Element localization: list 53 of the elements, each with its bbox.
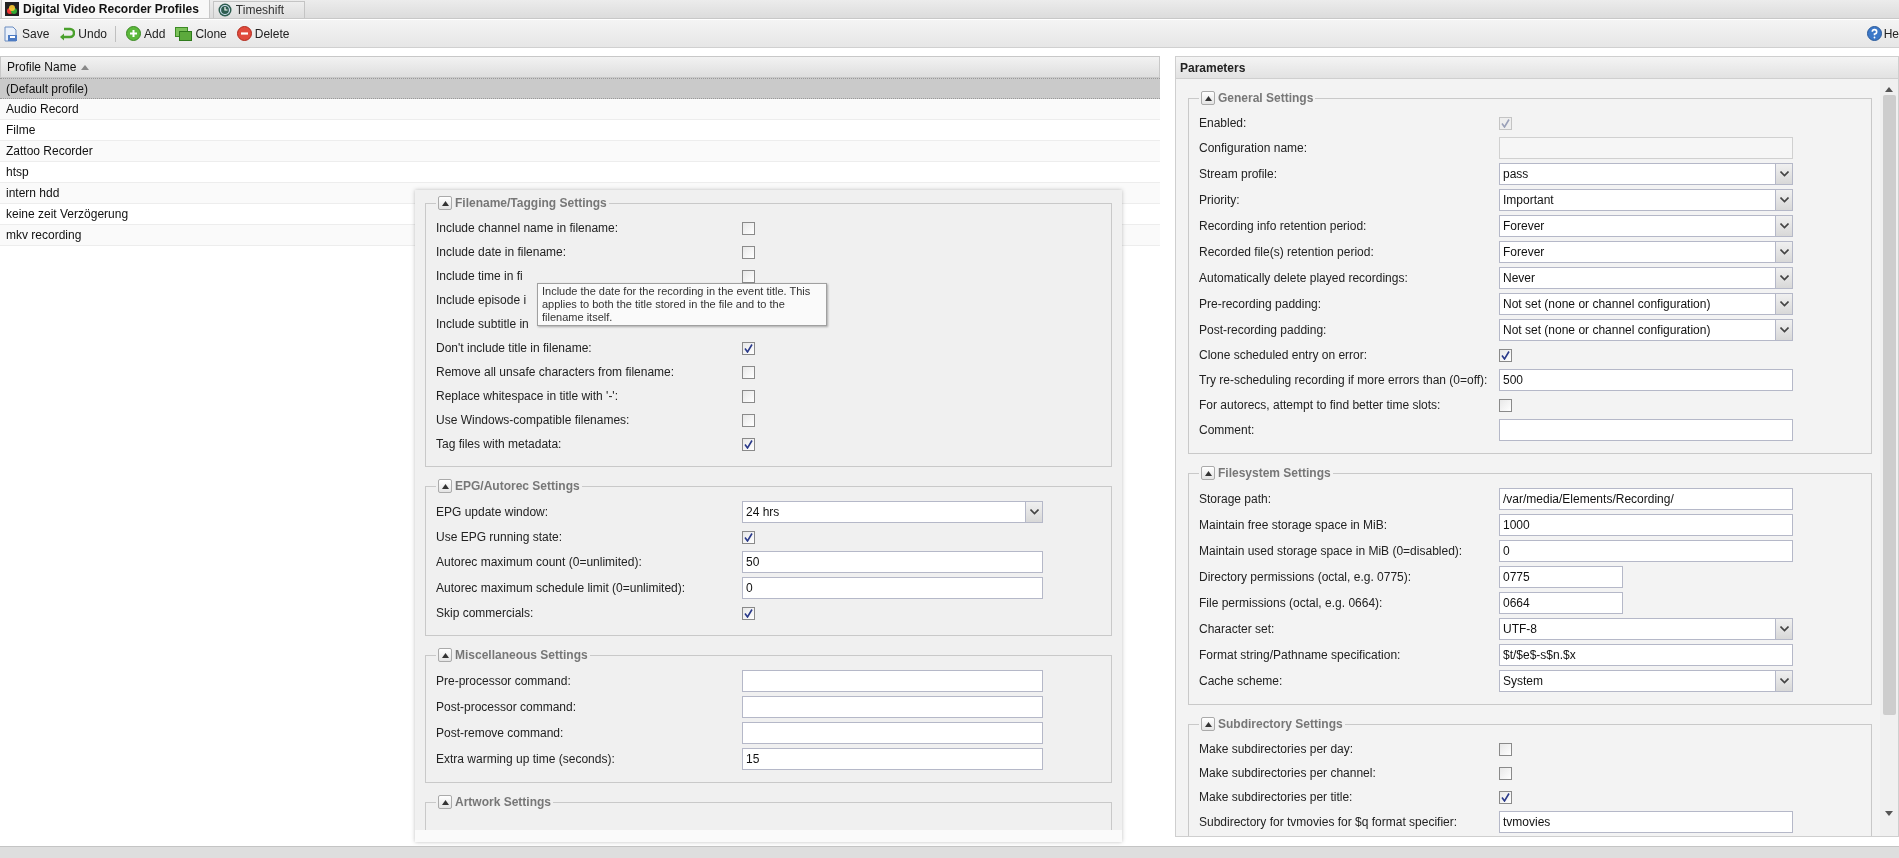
field-label: Subdirectory for tvmovies for $q format specifier: xyxy=(1199,814,1459,831)
field-label: Make subdirectories per title: xyxy=(1199,789,1354,806)
section-title: Miscellaneous Settings xyxy=(455,647,588,664)
tooltip: Include the date for the recording in the event title. This applies to both the title stored in the file and to the filename itself. xyxy=(537,283,827,326)
field-label: Format string/Pathname specification: xyxy=(1199,647,1402,664)
field-label: Recorded file(s) retention period: xyxy=(1199,244,1375,261)
field-label: Extra warming up time (seconds): xyxy=(436,751,616,768)
field-label: File permissions (octal, e.g. 0664): xyxy=(1199,595,1384,612)
field-label: Automatically delete played recordings: xyxy=(1199,270,1409,287)
field-label: Pre-processor command: xyxy=(436,673,572,690)
field-label: For autorecs, attempt to find better time slots: xyxy=(1199,397,1442,414)
field-label: Include subtitle in xyxy=(436,316,529,333)
field-label: Include date in filename: xyxy=(436,244,568,261)
section-title: General Settings xyxy=(1218,90,1314,107)
field-label: Post-recording padding: xyxy=(1199,322,1328,339)
field-label: Configuration name: xyxy=(1199,140,1309,157)
field-label: Storage path: xyxy=(1199,491,1273,508)
field-label: Stream profile: xyxy=(1199,166,1279,183)
field-label: Include episode i xyxy=(436,292,527,309)
field-label: Include channel name in filename: xyxy=(436,220,620,237)
section-title: Artwork Settings xyxy=(455,794,551,811)
panel-title: Parameters xyxy=(1180,59,1246,77)
field-label: Comment: xyxy=(1199,422,1256,439)
section-title: Filesystem Settings xyxy=(1218,465,1331,482)
field-label: Tag files with metadata: xyxy=(436,436,563,453)
field-label: Include time in fi xyxy=(436,268,524,285)
field-label: Maintain free storage space in MiB: xyxy=(1199,517,1389,534)
field-label: Post-remove command: xyxy=(436,725,565,742)
field-label: Make subdirectories per channel: xyxy=(1199,765,1377,782)
field-label: Skip commercials: xyxy=(436,605,535,622)
field-label: Recording info retention period: xyxy=(1199,218,1368,235)
field-label: Make subdirectories per day: xyxy=(1199,741,1355,758)
field-label: EPG update window: xyxy=(436,504,550,521)
field-label: Cache scheme: xyxy=(1199,673,1284,690)
field-label: Character set: xyxy=(1199,621,1276,638)
section-title: Filename/Tagging Settings xyxy=(455,195,607,212)
field-label: Remove all unsafe characters from filename: xyxy=(436,364,676,381)
field-label: Enabled: xyxy=(1199,115,1248,132)
field-label: Use Windows-compatible filenames: xyxy=(436,412,631,429)
section-title: EPG/Autorec Settings xyxy=(455,478,580,495)
field-label: Clone scheduled entry on error: xyxy=(1199,347,1369,364)
field-label: Pre-recording padding: xyxy=(1199,296,1323,313)
section-title: Subdirectory Settings xyxy=(1218,716,1343,733)
field-label: Directory permissions (octal, e.g. 0775): xyxy=(1199,569,1413,586)
field-label: Post-processor command: xyxy=(436,699,578,716)
field-label: Don't include title in filename: xyxy=(436,340,593,357)
field-label: Autorec maximum count (0=unlimited): xyxy=(436,554,643,571)
field-label: Priority: xyxy=(1199,192,1241,209)
field-label: Maintain used storage space in MiB (0=disabled): xyxy=(1199,543,1464,560)
field-label: Try re-scheduling recording if more errors than (0=off): xyxy=(1199,372,1489,389)
field-label: Use EPG running state: xyxy=(436,529,564,546)
field-label: Replace whitespace in title with '-': xyxy=(436,388,619,405)
field-label: Autorec maximum schedule limit (0=unlimited): xyxy=(436,580,687,597)
